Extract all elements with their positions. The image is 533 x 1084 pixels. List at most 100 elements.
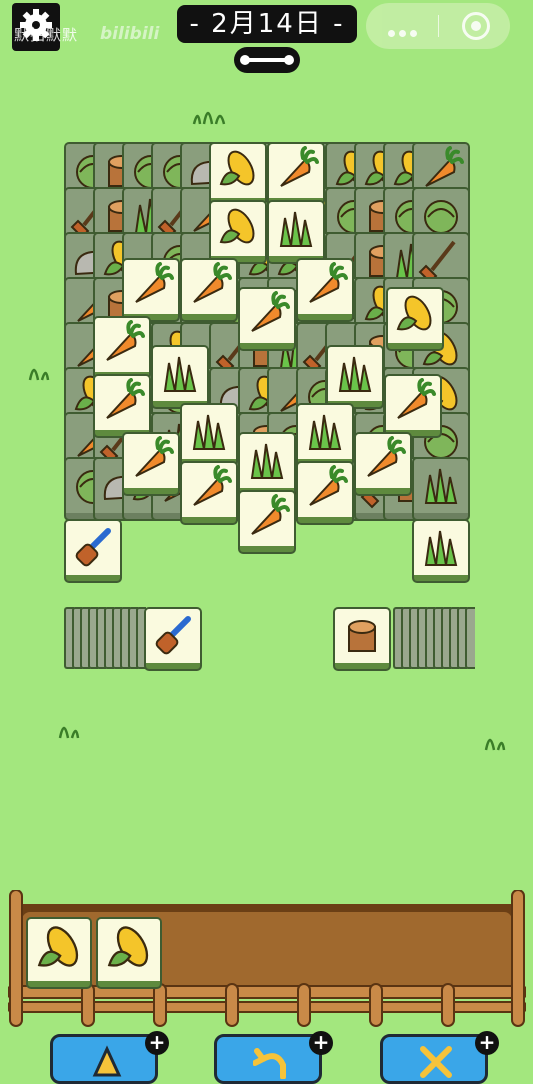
watermark-text: 默拍默默 bbox=[14, 26, 79, 44]
tile-face bbox=[211, 144, 265, 198]
tile-face bbox=[211, 202, 265, 256]
pile-card bbox=[465, 607, 475, 669]
corn-icon bbox=[37, 926, 79, 967]
undo-button[interactable]: + bbox=[214, 1031, 333, 1084]
left-tile-pile[interactable] bbox=[64, 607, 202, 671]
tile-corn[interactable] bbox=[209, 142, 267, 206]
tile-face bbox=[356, 434, 410, 488]
carrot-icon bbox=[280, 146, 319, 187]
grass-icon bbox=[424, 468, 458, 504]
tile-carrot[interactable] bbox=[238, 287, 296, 351]
tile-face bbox=[182, 260, 236, 314]
watermark-brand: bilibili bbox=[100, 24, 160, 44]
carrot-icon bbox=[193, 262, 232, 303]
shuffle-out-button[interactable]: + bbox=[50, 1031, 169, 1084]
tile-face bbox=[182, 463, 236, 517]
tile-face bbox=[240, 492, 294, 546]
carrot-icon bbox=[135, 262, 174, 303]
tile-face bbox=[335, 609, 389, 663]
tile-face bbox=[98, 919, 160, 981]
date-label: - 2月14日 - bbox=[177, 5, 357, 43]
shuffle-out-icon bbox=[92, 1045, 122, 1077]
tile-carrot[interactable] bbox=[180, 258, 238, 322]
slot-tile-corn bbox=[26, 917, 92, 989]
tile-face bbox=[153, 347, 207, 401]
tile-face bbox=[240, 434, 294, 488]
tile-carrot[interactable] bbox=[93, 316, 151, 380]
corn-icon bbox=[219, 150, 255, 186]
tile-carrot[interactable] bbox=[93, 374, 151, 438]
brush-icon bbox=[75, 528, 111, 567]
tile-corn[interactable] bbox=[209, 200, 267, 264]
bone-icon bbox=[234, 47, 300, 73]
tile-face bbox=[146, 609, 200, 663]
tile-face bbox=[388, 289, 442, 343]
grass-icon bbox=[192, 414, 226, 450]
carrot-icon bbox=[106, 378, 145, 419]
tile-corn[interactable] bbox=[386, 287, 444, 351]
brush-icon bbox=[155, 616, 191, 655]
tile-face bbox=[28, 919, 90, 981]
grass-icon bbox=[250, 443, 284, 479]
tile-face bbox=[269, 144, 323, 198]
grass-tuft-icon bbox=[28, 368, 50, 381]
tile-face bbox=[269, 202, 323, 256]
tile-grass[interactable] bbox=[326, 345, 384, 409]
carrot-icon bbox=[193, 465, 232, 506]
tile-grass[interactable] bbox=[296, 403, 354, 467]
tile-face bbox=[182, 405, 236, 459]
tile-carrot[interactable] bbox=[180, 461, 238, 525]
tile-carrot[interactable] bbox=[296, 258, 354, 322]
tile-carrot[interactable] bbox=[267, 142, 325, 206]
tile-carrot[interactable] bbox=[354, 432, 412, 496]
covered-tile bbox=[412, 457, 470, 521]
tile-face bbox=[298, 405, 352, 459]
tile-brush[interactable] bbox=[64, 519, 122, 583]
corn-icon bbox=[219, 208, 255, 244]
tile-grass[interactable] bbox=[180, 403, 238, 467]
tile-carrot[interactable] bbox=[296, 461, 354, 525]
tile-face bbox=[95, 318, 149, 372]
grass-icon bbox=[308, 414, 342, 450]
tile-grass[interactable] bbox=[151, 345, 209, 409]
slot-tile-corn bbox=[96, 917, 162, 989]
grass-tuft-icon bbox=[484, 738, 506, 751]
tile-face bbox=[298, 463, 352, 517]
plus-badge-icon: + bbox=[145, 1031, 169, 1055]
more-icon[interactable] bbox=[388, 22, 421, 41]
carrot-icon bbox=[309, 465, 348, 506]
tile-face bbox=[124, 434, 178, 488]
tile-grass[interactable] bbox=[412, 519, 470, 583]
corn-icon bbox=[396, 295, 432, 331]
mini-program-capsule[interactable] bbox=[366, 3, 510, 49]
plus-badge-icon: + bbox=[475, 1031, 499, 1055]
close-target-icon[interactable] bbox=[462, 12, 490, 40]
tile-face bbox=[298, 260, 352, 314]
carrot-icon bbox=[397, 378, 436, 419]
right-tile-pile[interactable] bbox=[333, 607, 475, 671]
pile-top-tile[interactable] bbox=[144, 607, 202, 671]
carrot-icon bbox=[251, 494, 290, 535]
undo-icon bbox=[253, 1048, 286, 1079]
tile-carrot[interactable] bbox=[122, 432, 180, 496]
tile-face bbox=[124, 260, 178, 314]
tile-carrot[interactable] bbox=[238, 490, 296, 554]
corn-icon bbox=[107, 926, 149, 967]
tile-carrot[interactable] bbox=[122, 258, 180, 322]
grass-icon bbox=[279, 211, 313, 247]
carrot-icon bbox=[309, 262, 348, 303]
carrot-icon bbox=[106, 320, 145, 361]
shuffle-button[interactable]: + bbox=[380, 1031, 499, 1084]
grass-tuft-icon bbox=[58, 726, 80, 739]
tile-face bbox=[66, 521, 120, 575]
carrot-icon bbox=[251, 291, 290, 332]
grass-tuft-icon bbox=[192, 111, 226, 125]
pile-top-tile[interactable] bbox=[333, 607, 391, 671]
tile-face bbox=[414, 521, 468, 575]
grass-icon bbox=[424, 530, 458, 566]
tile-face bbox=[240, 289, 294, 343]
tile-carrot[interactable] bbox=[384, 374, 442, 438]
tile-grass[interactable] bbox=[238, 432, 296, 496]
tile-grass[interactable] bbox=[267, 200, 325, 264]
tile-face bbox=[414, 459, 468, 513]
